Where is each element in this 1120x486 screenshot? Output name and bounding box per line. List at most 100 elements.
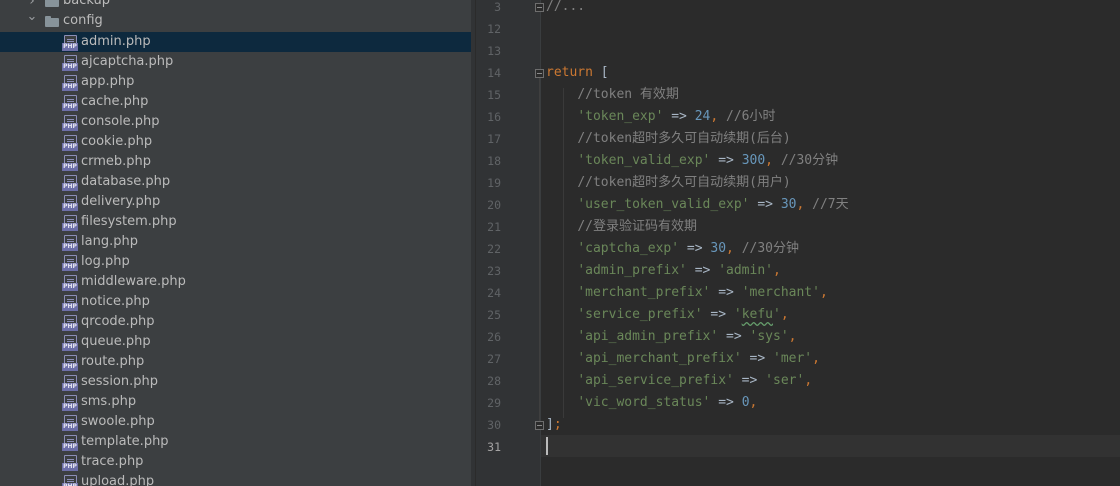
code-token-string: 'api_admin_prefix' [577,329,719,344]
php-file-icon: PHP [62,295,78,311]
tree-file-crmeb[interactable]: PHP crmeb.php [0,152,471,172]
code-token-op [546,373,577,388]
php-file-icon: PHP [62,55,78,71]
tree-file-label: log.php [81,254,130,269]
code-token-op [804,197,812,212]
current-line-highlight [541,435,1120,457]
code-token-op [546,109,577,124]
code-token-op [773,153,781,168]
php-file-icon: PHP [62,35,78,51]
chevron-down-icon[interactable]: ⌄ [26,7,38,27]
tree-file-log[interactable]: PHP log.php [0,252,471,272]
tree-file-label: app.php [81,74,135,89]
code-line[interactable]: //token超时多久可自动续期(后台) [546,128,791,150]
line-number: 18 [487,154,501,168]
php-file-icon: PHP [62,375,78,391]
tree-file-ajcaptcha[interactable]: PHP ajcaptcha.php [0,52,471,72]
code-token-string: 'api_merchant_prefix' [577,351,742,366]
code-line[interactable]: 'service_prefix' => 'kefu', [546,304,788,326]
code-token-op [546,197,577,212]
code-line[interactable]: 'user_token_valid_exp' => 30, //7天 [546,194,849,216]
tree-file-admin[interactable]: PHP admin.php [0,32,471,52]
fold-toggle-icon[interactable] [535,3,544,12]
tree-file-cookie[interactable]: PHP cookie.php [0,132,471,152]
php-file-icon: PHP [62,115,78,131]
php-file-icon: PHP [62,175,78,191]
tree-file-label: sms.php [81,394,137,409]
code-line[interactable]: 'vic_word_status' => 0, [546,392,757,414]
code-line[interactable]: 'token_valid_exp' => 300, //30分钟 [546,150,838,172]
tree-file-console[interactable]: PHP console.php [0,112,471,132]
tree-folder-config[interactable]: ⌄ config [0,9,471,31]
code-line[interactable]: 'merchant_prefix' => 'merchant', [546,282,828,304]
code-line[interactable]: 'admin_prefix' => 'admin', [546,260,781,282]
tree-folder-label: backup [63,0,110,8]
code-token-typo: kefu [741,307,773,322]
php-file-icon: PHP [62,275,78,291]
code-token-op [546,351,577,366]
code-line[interactable]: //登录验证码有效期 [546,216,697,238]
code-token-comment: //token超时多久可自动续期(用户) [577,175,791,190]
tree-file-queue[interactable]: PHP queue.php [0,332,471,352]
code-line[interactable]: 'api_merchant_prefix' => 'mer', [546,348,820,370]
panel-splitter[interactable] [471,0,480,486]
tree-folder-label: config [63,13,103,28]
tree-file-trace[interactable]: PHP trace.php [0,452,471,472]
tree-file-app[interactable]: PHP app.php [0,72,471,92]
code-line[interactable]: 'api_service_prefix' => 'ser', [546,370,812,392]
code-token-comment: //7天 [812,197,849,212]
line-number: 12 [487,22,501,36]
code-line[interactable]: return [ [546,62,609,84]
tree-file-delivery[interactable]: PHP delivery.php [0,192,471,212]
tree-file-label: qrcode.php [81,314,155,329]
php-file-icon: PHP [62,95,78,111]
tree-file-notice[interactable]: PHP notice.php [0,292,471,312]
tree-file-label: database.php [81,174,171,189]
code-token-keyword: , [819,285,828,300]
tree-file-label: ajcaptcha.php [81,54,174,69]
fold-toggle-icon[interactable] [535,69,544,78]
code-line[interactable]: 'token_exp' => 24, //6小时 [546,106,775,128]
code-token-op [546,175,577,190]
code-line[interactable]: ]; [546,414,562,436]
code-token-op: => [663,109,695,124]
tree-file-filesystem[interactable]: PHP filesystem.php [0,212,471,232]
code-token-op: => [749,197,781,212]
line-number: 27 [487,352,501,366]
php-file-icon: PHP [62,155,78,171]
tree-file-cache[interactable]: PHP cache.php [0,92,471,112]
tree-file-session[interactable]: PHP session.php [0,372,471,392]
tree-file-middleware[interactable]: PHP middleware.php [0,272,471,292]
line-number: 31 [487,440,501,454]
tree-file-qrcode[interactable]: PHP qrcode.php [0,312,471,332]
code-token-string: ' [733,307,742,322]
code-token-comment: //token超时多久可自动续期(后台) [577,131,791,146]
code-line[interactable]: //... [546,0,585,18]
tree-file-label: crmeb.php [81,154,152,169]
tree-file-template[interactable]: PHP template.php [0,432,471,452]
code-token-op [546,153,577,168]
code-token-op: => [741,351,773,366]
php-file-icon: PHP [62,455,78,471]
tree-folder-backup[interactable]: › backup [0,0,471,11]
line-number: 20 [487,198,501,212]
line-number: 17 [487,132,501,146]
code-token-comment: //... [546,0,586,14]
code-line[interactable]: 'captcha_exp' => 30, //30分钟 [546,238,799,260]
code-token-string: 'merchant' [741,285,820,300]
fold-end-icon[interactable] [535,421,544,430]
code-token-string: 'sys' [749,329,789,344]
tree-file-database[interactable]: PHP database.php [0,172,471,192]
code-line[interactable]: 'api_admin_prefix' => 'sys', [546,326,796,348]
code-line[interactable]: //token超时多久可自动续期(用户) [546,172,791,194]
line-number: 14 [487,66,501,80]
php-file-icon: PHP [62,195,78,211]
tree-file-route[interactable]: PHP route.php [0,352,471,372]
code-token-comment: //30分钟 [741,241,799,256]
code-token-number: 300 [741,153,766,168]
code-line[interactable]: //token 有效期 [546,84,679,106]
tree-file-sms[interactable]: PHP sms.php [0,392,471,412]
tree-file-upload[interactable]: PHPupload.php [0,472,471,486]
tree-file-lang[interactable]: PHP lang.php [0,232,471,252]
tree-file-swoole[interactable]: PHP swoole.php [0,412,471,432]
